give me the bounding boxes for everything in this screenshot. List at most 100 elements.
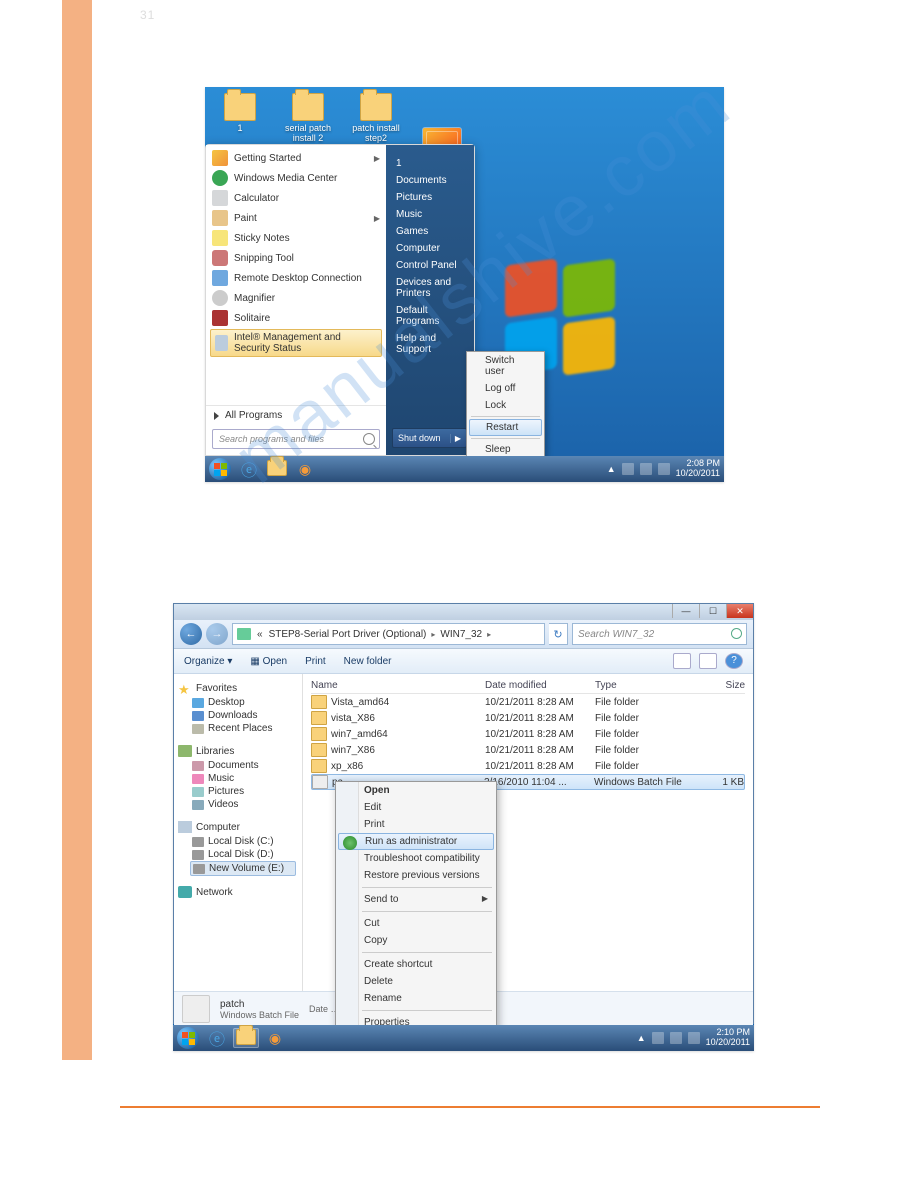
file-win7-x86[interactable]: win7_X8610/21/2011 8:28 AMFile folder: [311, 742, 745, 758]
taskbar-wmp-icon[interactable]: ◉: [293, 460, 317, 478]
nav-videos[interactable]: Videos: [178, 798, 298, 811]
sd-switch-user[interactable]: Switch user: [467, 352, 544, 380]
ctx-create-shortcut[interactable]: Create shortcut: [336, 956, 496, 973]
sm-intel-management[interactable]: Intel® Management and Security Status: [210, 329, 382, 357]
sm-devices-printers[interactable]: Devices and Printers: [386, 274, 474, 302]
sm-user-name[interactable]: 1: [386, 155, 474, 172]
sm-help-support[interactable]: Help and Support: [386, 330, 474, 358]
nav-documents[interactable]: Documents: [178, 759, 298, 772]
taskbar-clock[interactable]: 2:08 PM10/20/2011: [676, 459, 720, 479]
nav-desktop[interactable]: Desktop: [178, 696, 298, 709]
tray-volume-icon[interactable]: [658, 463, 670, 475]
nav-disk-d[interactable]: Local Disk (D:): [178, 848, 298, 861]
taskbar-ie-icon[interactable]: ⓔ: [237, 460, 261, 478]
start-orb[interactable]: [209, 458, 231, 480]
window-minimize-button[interactable]: —: [672, 604, 699, 618]
sm-windows-media-center[interactable]: Windows Media Center: [206, 168, 386, 188]
sm-remote-desktop[interactable]: Remote Desktop Connection: [206, 268, 386, 288]
explorer-search-input[interactable]: Search WIN7_32: [572, 623, 747, 645]
file-win7-amd64[interactable]: win7_amd6410/21/2011 8:28 AMFile folder: [311, 726, 745, 742]
ctx-delete[interactable]: Delete: [336, 973, 496, 990]
ctx-troubleshoot[interactable]: Troubleshoot compatibility: [336, 850, 496, 867]
tb-organize[interactable]: Organize ▾: [184, 656, 232, 667]
tray-network-icon[interactable]: [640, 463, 652, 475]
file-vista-amd64[interactable]: Vista_amd6410/21/2011 8:28 AMFile folder: [311, 694, 745, 710]
tb-new-folder[interactable]: New folder: [344, 656, 392, 667]
taskbar: ⓔ ◉ ▲ 2:08 PM10/20/2011: [205, 456, 724, 482]
sm-pictures[interactable]: Pictures: [386, 189, 474, 206]
sm-all-programs[interactable]: All Programs: [206, 405, 386, 425]
tray-flag-icon[interactable]: [652, 1032, 664, 1044]
sm-documents[interactable]: Documents: [386, 172, 474, 189]
taskbar-explorer-icon[interactable]: [265, 460, 289, 478]
nav-new-volume-e[interactable]: New Volume (E:): [190, 861, 296, 876]
nav-music[interactable]: Music: [178, 772, 298, 785]
nav-disk-c[interactable]: Local Disk (C:): [178, 835, 298, 848]
window-maximize-button[interactable]: ☐: [699, 604, 726, 618]
nav-back-button[interactable]: ←: [180, 623, 202, 645]
file-vista-x86[interactable]: vista_X8610/21/2011 8:28 AMFile folder: [311, 710, 745, 726]
details-file-type: Windows Batch File: [220, 1010, 299, 1020]
sm-games[interactable]: Games: [386, 223, 474, 240]
nav-favorites[interactable]: ★Favorites: [178, 680, 298, 696]
taskbar-wmp-icon[interactable]: ◉: [263, 1029, 287, 1047]
ctx-edit[interactable]: Edit: [336, 799, 496, 816]
shutdown-split-arrow-icon[interactable]: ▶: [450, 434, 461, 443]
ctx-copy[interactable]: Copy: [336, 932, 496, 949]
taskbar-explorer-icon[interactable]: [233, 1028, 259, 1048]
tb-print[interactable]: Print: [305, 656, 326, 667]
nav-pictures[interactable]: Pictures: [178, 785, 298, 798]
sm-getting-started[interactable]: Getting Started▶: [206, 148, 386, 168]
sd-restart[interactable]: Restart: [469, 419, 542, 436]
tray-arrow-icon[interactable]: ▲: [607, 464, 616, 474]
tray-arrow-icon[interactable]: ▲: [637, 1033, 646, 1043]
start-search-input[interactable]: Search programs and files: [212, 429, 380, 449]
window-close-button[interactable]: ✕: [726, 604, 753, 618]
desktop-folder-patch-install[interactable]: patch install step2: [351, 93, 401, 143]
sm-calculator[interactable]: Calculator: [206, 188, 386, 208]
ctx-rename[interactable]: Rename: [336, 990, 496, 1007]
shutdown-button[interactable]: Shut down▶: [392, 428, 467, 448]
sd-lock[interactable]: Lock: [467, 397, 544, 414]
nav-computer[interactable]: Computer: [178, 819, 298, 835]
file-xp-x86[interactable]: xp_x8610/21/2011 8:28 AMFile folder: [311, 758, 745, 774]
start-orb[interactable]: [177, 1027, 199, 1049]
nav-recent-places[interactable]: Recent Places: [178, 722, 298, 735]
tray-volume-icon[interactable]: [688, 1032, 700, 1044]
sm-control-panel[interactable]: Control Panel: [386, 257, 474, 274]
sm-sticky-notes[interactable]: Sticky Notes: [206, 228, 386, 248]
address-breadcrumb[interactable]: « STEP8-Serial Port Driver (Optional)▸ W…: [232, 623, 545, 645]
nav-downloads[interactable]: Downloads: [178, 709, 298, 722]
file-context-menu: Open Edit Print Run as administrator Tro…: [335, 781, 497, 1032]
ctx-open[interactable]: Open: [336, 782, 496, 799]
ctx-run-as-admin[interactable]: Run as administrator: [338, 833, 494, 850]
tb-open[interactable]: ▦ Open: [250, 656, 287, 667]
desktop-folder-serial-patch[interactable]: serial patch install 2: [283, 93, 333, 143]
view-options-icon[interactable]: [673, 653, 691, 669]
sm-computer[interactable]: Computer: [386, 240, 474, 257]
ctx-restore-previous[interactable]: Restore previous versions: [336, 867, 496, 884]
nav-libraries[interactable]: Libraries: [178, 743, 298, 759]
ctx-print[interactable]: Print: [336, 816, 496, 833]
nav-network[interactable]: Network: [178, 884, 298, 900]
preview-pane-icon[interactable]: [699, 653, 717, 669]
taskbar-ie-icon[interactable]: ⓔ: [205, 1029, 229, 1047]
window-titlebar[interactable]: — ☐ ✕: [174, 604, 753, 620]
sm-default-programs[interactable]: Default Programs: [386, 302, 474, 330]
refresh-button[interactable]: ↻: [549, 623, 568, 645]
nav-forward-button[interactable]: →: [206, 623, 228, 645]
sm-magnifier[interactable]: Magnifier: [206, 288, 386, 308]
ctx-send-to[interactable]: Send to▶: [336, 891, 496, 908]
desktop-folder-1[interactable]: 1: [215, 93, 265, 143]
help-icon[interactable]: ?: [725, 653, 743, 669]
sm-snipping-tool[interactable]: Snipping Tool: [206, 248, 386, 268]
sm-music[interactable]: Music: [386, 206, 474, 223]
tray-flag-icon[interactable]: [622, 463, 634, 475]
sm-solitaire[interactable]: Solitaire: [206, 308, 386, 328]
sm-paint[interactable]: Paint▶: [206, 208, 386, 228]
ctx-cut[interactable]: Cut: [336, 915, 496, 932]
column-headers[interactable]: Name Date modified Type Size: [311, 678, 745, 694]
tray-network-icon[interactable]: [670, 1032, 682, 1044]
sd-log-off[interactable]: Log off: [467, 380, 544, 397]
taskbar-clock[interactable]: 2:10 PM10/20/2011: [706, 1028, 750, 1048]
